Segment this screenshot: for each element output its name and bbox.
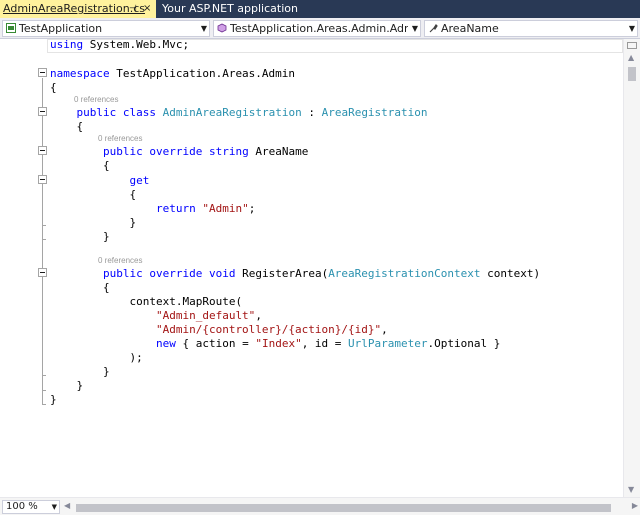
outline-end-mark [42, 404, 46, 405]
dropdown-arrow-icon: ▼ [200, 24, 207, 33]
codelens-references[interactable]: 0 references [98, 134, 142, 143]
code-line-class[interactable]: public class AdminAreaRegistration : Are… [50, 106, 428, 119]
tab-admin-area-registration[interactable]: AdminAreaRegistration.cs ⊣ × [0, 0, 156, 18]
outline-end-mark [42, 225, 46, 226]
keyword: class [122, 106, 156, 119]
code-line-brace[interactable]: } [50, 393, 57, 406]
code-line-brace[interactable]: } [50, 365, 110, 378]
type-name: AdminAreaRegistration [162, 106, 302, 119]
member-name: AreaName [441, 22, 499, 35]
dropdown-arrow-icon: ▼ [628, 24, 635, 33]
project-name: TestApplication [19, 22, 103, 35]
code-line-brace[interactable]: } [50, 379, 84, 392]
code-line-brace[interactable]: { [50, 281, 110, 294]
pin-icon[interactable]: ⊣ [129, 0, 137, 18]
tab-label: Your ASP.NET application [162, 2, 298, 15]
code-line-using[interactable]: using System.Web.Mvc; [50, 38, 189, 51]
code-line-return[interactable]: return "Admin"; [50, 202, 255, 215]
outline-end-mark [42, 239, 46, 240]
scroll-right-icon[interactable]: ▶ [632, 501, 638, 510]
scroll-thumb[interactable] [628, 67, 636, 81]
code-line-brace[interactable]: } [50, 230, 110, 243]
project-dropdown[interactable]: TestApplication ▼ [2, 20, 210, 37]
member-dropdown[interactable]: AreaName ▼ [424, 20, 638, 37]
zoom-dropdown[interactable]: 100 % ▼ [2, 500, 60, 514]
document-tab-strip: AdminAreaRegistration.cs ⊣ × Your ASP.NE… [0, 0, 640, 18]
codelens-references[interactable]: 0 references [74, 95, 118, 104]
split-window-icon[interactable] [627, 42, 637, 49]
horizontal-scrollbar[interactable]: ◀ ▶ [64, 500, 638, 514]
code-line-brace[interactable]: { [50, 188, 136, 201]
vertical-scrollbar[interactable]: ▲ ▼ [623, 39, 640, 497]
type-dropdown[interactable]: TestApplication.Areas.Admin.AdminAre ▼ [213, 20, 421, 37]
type-name: AreaRegistration [321, 106, 428, 119]
code-line-route-url[interactable]: "Admin/{controller}/{action}/{id}", [50, 323, 388, 336]
code-line-get[interactable]: get [50, 174, 149, 187]
scroll-left-icon[interactable]: ◀ [64, 501, 70, 510]
outline-end-mark [42, 390, 46, 391]
csharp-project-icon [6, 23, 16, 33]
keyword: using [50, 38, 84, 51]
code-line-maproute[interactable]: context.MapRoute( [50, 295, 242, 308]
keyword: public [76, 106, 117, 119]
tab-label: AdminAreaRegistration.cs [3, 2, 145, 15]
outline-guide [42, 78, 43, 404]
scroll-thumb[interactable] [76, 504, 611, 512]
code-line-brace[interactable]: { [50, 120, 84, 133]
class-icon [217, 23, 227, 33]
code-line-method[interactable]: public override void RegisterArea(AreaRe… [50, 267, 540, 280]
dropdown-arrow-icon: ▼ [411, 24, 418, 33]
wrench-property-icon [429, 24, 438, 33]
code-line-brace[interactable]: { [50, 81, 57, 94]
scroll-down-icon[interactable]: ▼ [628, 485, 634, 494]
collapse-method-icon[interactable] [38, 268, 47, 277]
code-line-brace[interactable]: } [50, 216, 136, 229]
codelens-references[interactable]: 0 references [98, 256, 142, 265]
code-line-brace[interactable]: { [50, 159, 110, 172]
close-tab-icon[interactable]: × [143, 0, 151, 18]
collapse-property-icon[interactable] [38, 146, 47, 155]
editor-bottom-bar: 100 % ▼ ◀ ▶ [0, 497, 640, 515]
navigation-bar: TestApplication ▼ TestApplication.Areas.… [0, 18, 640, 39]
keyword: namespace [50, 67, 110, 80]
code-line-close-paren[interactable]: ); [50, 351, 142, 364]
code-line-property[interactable]: public override string AreaName [50, 145, 308, 158]
collapse-namespace-icon[interactable] [38, 68, 47, 77]
zoom-level: 100 % [6, 501, 38, 512]
code-line-defaults[interactable]: new { action = "Index", id = UrlParamete… [50, 337, 500, 350]
namespace-name: TestApplication.Areas.Admin [109, 67, 296, 80]
scroll-up-icon[interactable]: ▲ [628, 53, 634, 62]
outline-end-mark [42, 375, 46, 376]
type-name: TestApplication.Areas.Admin.AdminAre [230, 22, 408, 35]
collapse-getter-icon[interactable] [38, 175, 47, 184]
tab-your-aspnet-application[interactable]: Your ASP.NET application [162, 0, 302, 18]
collapse-class-icon[interactable] [38, 107, 47, 116]
brace: { [50, 81, 57, 94]
code-line-namespace[interactable]: namespace TestApplication.Areas.Admin [50, 67, 295, 80]
dropdown-arrow-icon: ▼ [51, 503, 57, 511]
code-line-route-name[interactable]: "Admin_default", [50, 309, 262, 322]
